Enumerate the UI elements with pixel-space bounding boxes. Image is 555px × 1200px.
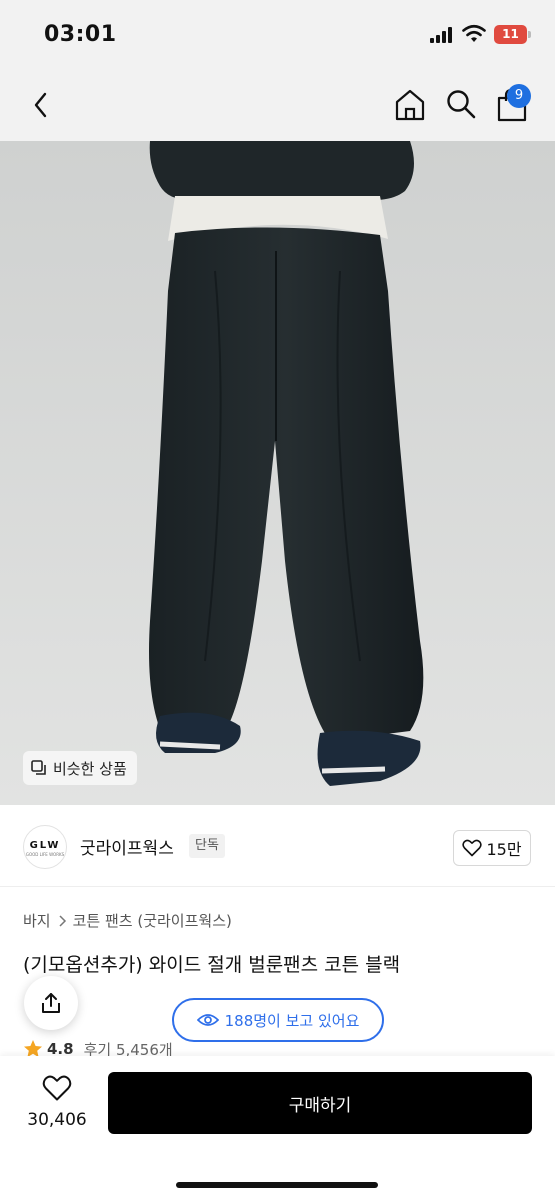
live-viewers-badge: 188명이 보고 있어요 <box>172 998 384 1042</box>
search-icon[interactable] <box>445 88 477 120</box>
home-indicator <box>176 1182 378 1188</box>
product-photo <box>0 141 555 805</box>
product-image[interactable]: 비슷한 상품 <box>0 141 555 805</box>
live-viewers-text: 188명이 보고 있어요 <box>224 1011 360 1030</box>
breadcrumb-item[interactable]: 코튼 팬츠 (굿라이프웍스) <box>73 910 232 931</box>
battery-level: 11 <box>502 27 519 41</box>
breadcrumb-item[interactable]: 바지 <box>23 910 51 931</box>
chevron-right-icon <box>59 914 66 927</box>
bottom-action-bar: 30,406 구매하기 <box>0 1056 555 1200</box>
brand-like-button[interactable]: 15만 <box>453 830 531 866</box>
brand-like-count: 15만 <box>486 840 522 859</box>
similar-products-button[interactable]: 비슷한 상품 <box>23 751 137 785</box>
battery-icon: 11 <box>494 25 527 44</box>
share-icon <box>42 993 60 1013</box>
similar-items-icon <box>31 760 46 775</box>
status-time: 03:01 <box>44 22 117 47</box>
top-nav <box>0 70 555 141</box>
heart-outline-icon <box>42 1075 72 1101</box>
cart-count-badge: 9 <box>507 84 531 108</box>
wifi-icon <box>462 24 486 42</box>
brand-logo-subtext: GOOD LIFE WORKS <box>25 852 65 857</box>
wishlist-button[interactable]: 30,406 <box>22 1074 92 1130</box>
product-title: (기모옵션추가) 와이드 절개 벌룬팬츠 코튼 블랙 <box>23 954 401 976</box>
eye-icon <box>196 1014 219 1026</box>
brand-logo-text: GLW <box>29 840 61 851</box>
home-icon[interactable] <box>394 88 426 122</box>
signal-icon <box>430 27 452 43</box>
status-bar: 03:01 11 <box>0 0 555 70</box>
wishlist-count: 30,406 <box>27 1110 87 1130</box>
brand-logo[interactable]: GLW GOOD LIFE WORKS <box>23 825 67 869</box>
similar-products-label: 비슷한 상품 <box>53 759 127 778</box>
exclusive-badge: 단독 <box>189 834 225 858</box>
chevron-left-icon[interactable] <box>28 90 54 120</box>
brand-name[interactable]: 굿라이프웍스 <box>80 834 174 859</box>
heart-icon <box>462 839 483 857</box>
brand-row: GLW GOOD LIFE WORKS 굿라이프웍스 단독 15만 <box>0 805 555 887</box>
share-button[interactable] <box>24 976 78 1030</box>
buy-button[interactable]: 구매하기 <box>108 1072 532 1134</box>
battery-nub <box>528 31 531 38</box>
breadcrumb: 바지 코튼 팬츠 (굿라이프웍스) <box>23 910 232 931</box>
